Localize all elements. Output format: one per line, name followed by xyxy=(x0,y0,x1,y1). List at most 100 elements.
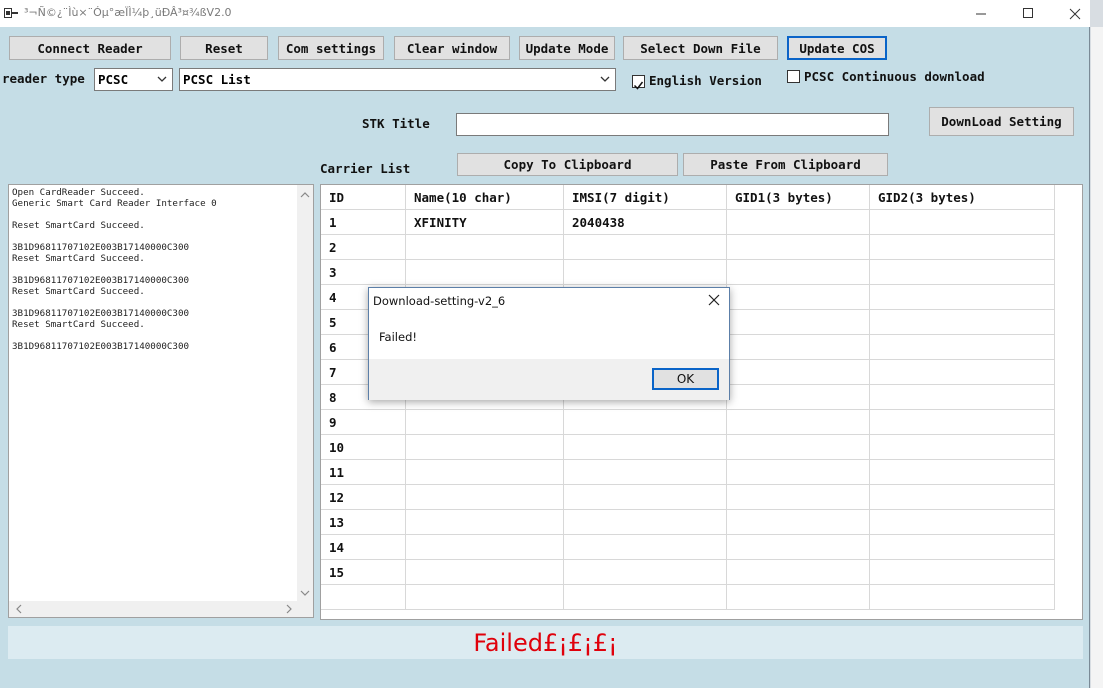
log-panel[interactable]: Open CardReader Succeed. Generic Smart C… xyxy=(8,184,314,618)
table-cell-name[interactable] xyxy=(406,535,564,560)
table-cell-gid2[interactable] xyxy=(870,385,1055,410)
table-cell-gid1[interactable] xyxy=(727,510,870,535)
table-cell-name[interactable] xyxy=(406,235,564,260)
table-cell-name[interactable] xyxy=(406,435,564,460)
download-setting-button[interactable]: DownLoad Setting xyxy=(929,107,1074,136)
table-cell-imsi[interactable] xyxy=(564,510,727,535)
table-cell-id[interactable]: 13 xyxy=(321,510,406,535)
table-cell-gid2[interactable] xyxy=(870,585,1055,610)
table-cell-id[interactable] xyxy=(321,585,406,610)
select-down-file-button[interactable]: Select Down File xyxy=(623,36,778,60)
table-cell-id[interactable]: 10 xyxy=(321,435,406,460)
update-mode-button[interactable]: Update Mode xyxy=(519,36,615,60)
table-cell-gid2[interactable] xyxy=(870,485,1055,510)
log-horizontal-scrollbar[interactable] xyxy=(9,601,313,617)
table-cell-gid1[interactable] xyxy=(727,235,870,260)
table-cell-imsi[interactable] xyxy=(564,560,727,585)
log-vertical-scrollbar[interactable] xyxy=(297,185,313,603)
table-cell-imsi[interactable]: 2040438 xyxy=(564,210,727,235)
close-icon xyxy=(1069,8,1081,19)
table-cell-gid1[interactable] xyxy=(727,535,870,560)
table-cell-imsi[interactable] xyxy=(564,535,727,560)
stk-title-input[interactable] xyxy=(456,113,889,136)
dialog-close-icon[interactable] xyxy=(707,293,721,307)
pcsc-continuous-label: PCSC Continuous download xyxy=(804,69,985,84)
title-bar: ³¬Ñ©¿¨Ìù×¨Óµ°æÏÌ¼þ¸üÐÂ³¤¾ßV2.0 xyxy=(0,0,1090,27)
table-cell-gid1[interactable] xyxy=(727,485,870,510)
table-cell-gid2[interactable] xyxy=(870,335,1055,360)
table-cell-gid2[interactable] xyxy=(870,285,1055,310)
table-cell-imsi[interactable] xyxy=(564,435,727,460)
table-cell-gid2[interactable] xyxy=(870,535,1055,560)
reader-type-value: PCSC xyxy=(98,72,129,87)
col-header-id[interactable]: ID xyxy=(321,185,406,210)
ok-button[interactable]: OK xyxy=(652,368,719,390)
table-cell-id[interactable]: 2 xyxy=(321,235,406,260)
minimize-button[interactable] xyxy=(958,0,1004,27)
close-button[interactable] xyxy=(1052,0,1098,27)
table-cell-name[interactable] xyxy=(406,260,564,285)
reset-button[interactable]: Reset xyxy=(180,36,268,60)
table-cell-gid1[interactable] xyxy=(727,335,870,360)
table-cell-name[interactable] xyxy=(406,460,564,485)
table-cell-imsi[interactable] xyxy=(564,585,727,610)
dialog-footer: OK xyxy=(369,359,729,400)
table-cell-gid1[interactable] xyxy=(727,310,870,335)
table-cell-gid2[interactable] xyxy=(870,260,1055,285)
table-cell-gid2[interactable] xyxy=(870,360,1055,385)
table-cell-gid1[interactable] xyxy=(727,585,870,610)
table-cell-gid2[interactable] xyxy=(870,210,1055,235)
col-header-name[interactable]: Name(10 char) xyxy=(406,185,564,210)
table-cell-name[interactable] xyxy=(406,585,564,610)
table-cell-gid2[interactable] xyxy=(870,310,1055,335)
update-cos-button[interactable]: Update COS xyxy=(787,36,887,60)
table-cell-name[interactable] xyxy=(406,410,564,435)
table-cell-gid2[interactable] xyxy=(870,510,1055,535)
english-version-checkbox[interactable] xyxy=(632,75,645,90)
table-cell-gid1[interactable] xyxy=(727,410,870,435)
table-cell-name[interactable] xyxy=(406,485,564,510)
table-cell-gid1[interactable] xyxy=(727,285,870,310)
table-cell-imsi[interactable] xyxy=(564,485,727,510)
table-cell-name[interactable] xyxy=(406,510,564,535)
table-cell-id[interactable]: 3 xyxy=(321,260,406,285)
table-cell-imsi[interactable] xyxy=(564,260,727,285)
table-cell-imsi[interactable] xyxy=(564,235,727,260)
reader-type-select[interactable]: PCSC xyxy=(94,68,173,91)
table-cell-gid1[interactable] xyxy=(727,435,870,460)
connect-reader-button[interactable]: Connect Reader xyxy=(9,36,171,60)
table-cell-gid2[interactable] xyxy=(870,560,1055,585)
table-cell-id[interactable]: 1 xyxy=(321,210,406,235)
com-settings-button[interactable]: Com settings xyxy=(278,36,384,60)
status-message: Failed£¡£¡£¡ xyxy=(8,626,1083,659)
clear-window-button[interactable]: Clear window xyxy=(394,36,510,60)
carrier-table[interactable]: ID Name(10 char) IMSI(7 digit) GID1(3 bytes… xyxy=(320,184,1083,620)
table-cell-gid2[interactable] xyxy=(870,235,1055,260)
table-cell-name[interactable] xyxy=(406,560,564,585)
table-cell-id[interactable]: 14 xyxy=(321,535,406,560)
col-header-imsi[interactable]: IMSI(7 digit) xyxy=(564,185,727,210)
table-cell-gid1[interactable] xyxy=(727,460,870,485)
table-cell-gid2[interactable] xyxy=(870,460,1055,485)
table-cell-gid2[interactable] xyxy=(870,410,1055,435)
table-cell-gid2[interactable] xyxy=(870,435,1055,460)
pcsc-list-select[interactable]: PCSC List xyxy=(179,68,616,91)
pcsc-continuous-checkbox[interactable] xyxy=(787,70,800,83)
copy-to-clipboard-button[interactable]: Copy To Clipboard xyxy=(457,153,678,176)
table-cell-id[interactable]: 15 xyxy=(321,560,406,585)
maximize-button[interactable] xyxy=(1005,0,1051,27)
col-header-gid1[interactable]: GID1(3 bytes) xyxy=(727,185,870,210)
table-cell-imsi[interactable] xyxy=(564,460,727,485)
table-cell-gid1[interactable] xyxy=(727,560,870,585)
table-cell-gid1[interactable] xyxy=(727,385,870,410)
table-cell-gid1[interactable] xyxy=(727,360,870,385)
table-cell-id[interactable]: 11 xyxy=(321,460,406,485)
table-cell-name[interactable]: XFINITY xyxy=(406,210,564,235)
table-cell-id[interactable]: 9 xyxy=(321,410,406,435)
table-cell-imsi[interactable] xyxy=(564,410,727,435)
table-cell-id[interactable]: 12 xyxy=(321,485,406,510)
table-cell-gid1[interactable] xyxy=(727,210,870,235)
paste-from-clipboard-button[interactable]: Paste From Clipboard xyxy=(683,153,888,176)
table-cell-gid1[interactable] xyxy=(727,260,870,285)
col-header-gid2[interactable]: GID2(3 bytes) xyxy=(870,185,1055,210)
